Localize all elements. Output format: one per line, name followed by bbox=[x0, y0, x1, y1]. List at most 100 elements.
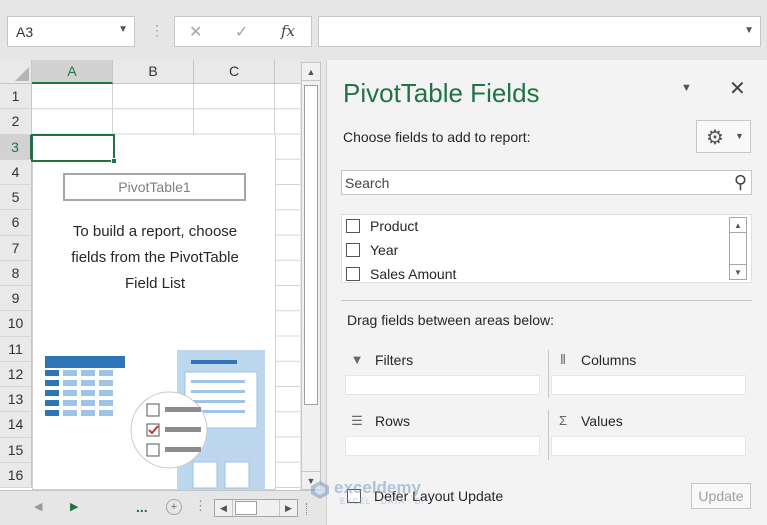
pane-subtitle: Choose fields to add to report: bbox=[343, 129, 531, 145]
row-header[interactable]: 8 bbox=[0, 260, 32, 286]
formula-bar-grip-icon[interactable]: ⋮ bbox=[150, 22, 164, 39]
column-header-c[interactable]: C bbox=[194, 60, 275, 84]
update-button[interactable]: Update bbox=[691, 483, 751, 509]
scroll-left-arrow-icon[interactable]: ◀ bbox=[215, 500, 233, 516]
row-header[interactable]: 5 bbox=[0, 185, 32, 211]
field-checkbox[interactable] bbox=[346, 267, 360, 281]
columns-area-label: ⦀ Columns bbox=[555, 352, 636, 368]
filters-label: Filters bbox=[375, 352, 414, 368]
row-header[interactable]: 1 bbox=[0, 84, 32, 110]
pane-divider[interactable] bbox=[341, 300, 752, 301]
pivot-table-fields-pane: PivotTable Fields ▼ ✕ Choose fields to a… bbox=[326, 60, 767, 525]
row-header[interactable]: 4 bbox=[0, 159, 32, 185]
values-area-label: Σ Values bbox=[555, 413, 623, 429]
field-search: ⚲ bbox=[341, 170, 752, 195]
pivot-instructions-line: Field List bbox=[124, 275, 186, 292]
filter-icon: ▼ bbox=[350, 352, 364, 367]
field-item-product[interactable]: Product bbox=[346, 215, 418, 237]
search-input[interactable] bbox=[342, 171, 722, 194]
add-sheet-button[interactable]: + bbox=[166, 499, 182, 515]
rows-icon: ☰ bbox=[351, 413, 363, 428]
scroll-right-arrow-icon[interactable]: ▶ bbox=[279, 500, 297, 516]
column-header-b[interactable]: B bbox=[113, 60, 194, 84]
worksheet-grid[interactable]: A B C 1 2 3 4 5 6 7 8 9 10 11 12 13 14 1… bbox=[0, 60, 300, 490]
pivot-instructions-line: fields from the PivotTable bbox=[71, 249, 239, 266]
row-header[interactable]: 15 bbox=[0, 437, 32, 463]
pivot-illustration-icon bbox=[45, 350, 265, 490]
insert-function-icon[interactable]: fx bbox=[281, 22, 295, 40]
column-header-a[interactable]: A bbox=[32, 60, 113, 84]
pivot-instructions: To build a report, choose fields from th… bbox=[45, 219, 265, 297]
rows-area-label: ☰ Rows bbox=[349, 413, 410, 429]
exceldemy-logo-icon bbox=[311, 481, 329, 499]
pane-splitter[interactable] bbox=[306, 503, 308, 515]
columns-icon: ⦀ bbox=[560, 352, 566, 367]
pivot-table-placeholder[interactable]: PivotTable1 To build a report, choose fi… bbox=[32, 135, 276, 490]
formula-input[interactable]: ▼ bbox=[318, 16, 761, 47]
row-header[interactable]: 6 bbox=[0, 210, 32, 236]
scroll-up-arrow-icon[interactable]: ▲ bbox=[730, 218, 746, 233]
row-header[interactable]: 12 bbox=[0, 361, 32, 387]
cancel-icon[interactable]: ✕ bbox=[189, 22, 202, 42]
row-header[interactable]: 10 bbox=[0, 311, 32, 337]
filters-area-label: ▼ Filters bbox=[349, 352, 414, 368]
row-header[interactable]: 11 bbox=[0, 336, 32, 362]
watermark-name: exceldemy bbox=[334, 478, 421, 497]
horizontal-scroll-thumb[interactable] bbox=[235, 501, 257, 515]
select-all-button[interactable] bbox=[0, 60, 32, 84]
vertical-scroll-thumb[interactable] bbox=[304, 85, 318, 405]
field-label: Product bbox=[370, 218, 419, 234]
field-item-sales-amount[interactable]: Sales Amount bbox=[346, 263, 456, 285]
pivot-table-name: PivotTable1 bbox=[63, 173, 246, 201]
field-label: Year bbox=[370, 242, 399, 258]
row-header[interactable]: 7 bbox=[0, 235, 32, 261]
field-checkbox[interactable] bbox=[346, 243, 360, 257]
active-cell-selection[interactable] bbox=[31, 134, 117, 164]
expand-formula-bar-icon[interactable]: ▼ bbox=[744, 25, 754, 36]
sheet-tab-bar: ◀ ▶ ... + ⋮ ◀ ▶ bbox=[0, 490, 325, 525]
column-header-d[interactable] bbox=[275, 60, 300, 84]
sheet-separator-icon: ⋮ bbox=[194, 498, 207, 513]
name-box-value: A3 bbox=[16, 24, 34, 40]
name-box[interactable]: A3 ▼ bbox=[7, 16, 135, 47]
row-header[interactable]: 9 bbox=[0, 286, 32, 312]
watermark-tagline: EXCEL · DATA · BI bbox=[340, 497, 425, 506]
more-sheets-ellipsis[interactable]: ... bbox=[136, 499, 148, 515]
rows-dropzone[interactable] bbox=[345, 436, 540, 456]
next-sheet-icon[interactable]: ▶ bbox=[70, 500, 78, 513]
scroll-down-arrow-icon[interactable]: ▼ bbox=[730, 264, 746, 279]
formula-buttons: ✕ ✓ fx bbox=[174, 16, 312, 47]
columns-label: Columns bbox=[581, 352, 637, 368]
row-header[interactable]: 3 bbox=[0, 134, 32, 160]
tools-button[interactable]: ⚙ ▼ bbox=[696, 120, 751, 153]
vertical-scrollbar[interactable]: ▲ ▼ bbox=[301, 62, 321, 490]
rows-label: Rows bbox=[375, 413, 411, 429]
areas-caption: Drag fields between areas below: bbox=[347, 312, 555, 328]
field-list-scrollbar[interactable]: ▲ ▼ bbox=[729, 217, 747, 280]
chevron-down-icon[interactable]: ▼ bbox=[118, 24, 128, 35]
area-divider bbox=[548, 410, 549, 460]
filters-dropzone[interactable] bbox=[345, 375, 540, 395]
row-header[interactable]: 14 bbox=[0, 412, 32, 438]
enter-icon[interactable]: ✓ bbox=[235, 22, 248, 42]
field-checkbox[interactable] bbox=[346, 219, 360, 233]
fill-handle[interactable] bbox=[111, 158, 117, 164]
close-icon[interactable]: ✕ bbox=[729, 76, 746, 101]
search-icon[interactable]: ⚲ bbox=[734, 172, 747, 193]
field-item-year[interactable]: Year bbox=[346, 239, 398, 261]
previous-sheet-icon[interactable]: ◀ bbox=[34, 500, 42, 513]
pane-title: PivotTable Fields bbox=[343, 78, 540, 108]
row-header[interactable]: 16 bbox=[0, 462, 32, 488]
row-header[interactable]: 13 bbox=[0, 387, 32, 413]
select-all-triangle-icon bbox=[15, 67, 29, 81]
columns-dropzone[interactable] bbox=[551, 375, 746, 395]
scroll-up-arrow-icon[interactable]: ▲ bbox=[302, 63, 320, 81]
horizontal-scrollbar[interactable]: ◀ ▶ bbox=[214, 499, 298, 517]
watermark: exceldemy EXCEL · DATA · BI bbox=[310, 470, 460, 510]
pane-options-chevron-icon[interactable]: ▼ bbox=[681, 82, 692, 94]
values-dropzone[interactable] bbox=[551, 436, 746, 456]
chevron-down-icon: ▼ bbox=[735, 131, 744, 141]
pivot-instructions-line: To build a report, choose bbox=[72, 223, 238, 240]
field-label: Sales Amount bbox=[370, 266, 457, 282]
row-header[interactable]: 2 bbox=[0, 109, 32, 135]
